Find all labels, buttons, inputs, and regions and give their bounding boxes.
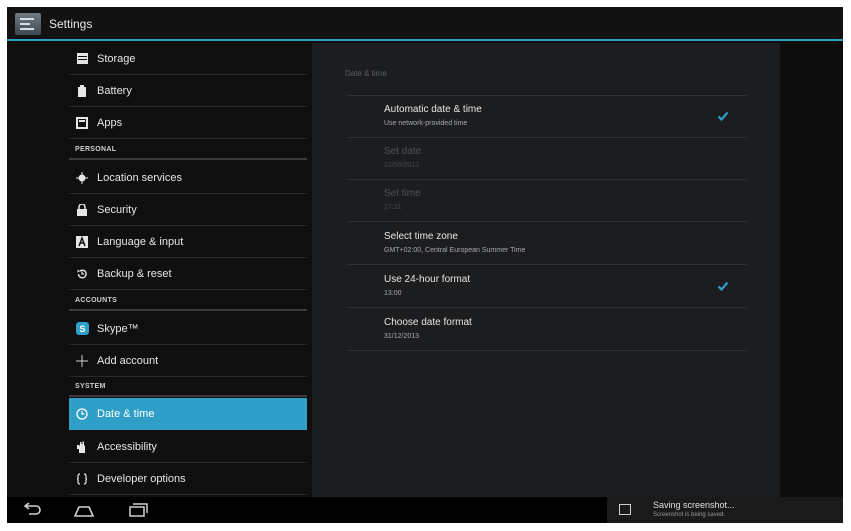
storage-icon xyxy=(75,52,89,66)
row-title: Use 24-hour format xyxy=(384,274,471,285)
sidebar-item-skype[interactable]: S Skype™ xyxy=(69,313,307,345)
sidebar-item-backup[interactable]: Backup & reset xyxy=(69,258,307,290)
row-subtitle: 31/12/2013 xyxy=(384,333,420,340)
sidebar-item-battery[interactable]: Battery xyxy=(69,75,307,107)
row-title: Set date xyxy=(384,146,422,157)
home-icon[interactable] xyxy=(73,501,95,519)
panel-title: Date & time xyxy=(345,69,387,78)
row-set-date: Set date 12/06/2013 xyxy=(347,138,747,180)
row-choose-date-format[interactable]: Choose date format 31/12/2013 xyxy=(347,309,747,351)
sidebar-item-developer-options[interactable]: Developer options xyxy=(69,463,307,495)
sidebar-item-label: Backup & reset xyxy=(97,267,172,280)
row-set-time: Set time 17:31 xyxy=(347,180,747,222)
sidebar-item-date-time[interactable]: Date & time xyxy=(69,398,307,430)
sidebar-item-label: Language & input xyxy=(97,235,184,248)
battery-icon xyxy=(75,84,89,98)
recents-icon[interactable] xyxy=(127,501,149,519)
sidebar-item-storage[interactable]: Storage xyxy=(69,43,307,75)
sidebar-item-label: Date & time xyxy=(97,407,155,420)
row-use-24-hour-format[interactable]: Use 24-hour format 13:00 xyxy=(347,266,747,308)
backup-icon xyxy=(75,267,89,281)
section-header-accounts: ACCOUNTS xyxy=(69,295,307,311)
sidebar-item-apps[interactable]: Apps xyxy=(69,107,307,139)
sidebar-item-location[interactable]: Location services xyxy=(69,162,307,194)
section-header-personal: PERSONAL xyxy=(69,144,307,160)
page-title: Settings xyxy=(49,17,93,31)
row-title: Select time zone xyxy=(384,231,458,242)
lock-icon xyxy=(75,203,89,217)
row-subtitle: 12/06/2013 xyxy=(384,162,420,169)
sidebar-item-add-account[interactable]: Add account xyxy=(69,345,307,377)
sidebar-item-language[interactable]: Language & input xyxy=(69,226,307,258)
sidebar-item-label: Skype™ xyxy=(97,322,139,335)
screen: Settings Storage Battery Apps PERSONAL L… xyxy=(7,7,843,523)
settings-icon[interactable] xyxy=(15,13,41,35)
notification-subtitle: Screenshot is being saved. xyxy=(653,512,726,518)
row-title: Set time xyxy=(384,188,421,199)
plus-icon xyxy=(75,354,89,368)
sidebar-item-label: Location services xyxy=(97,171,182,184)
back-icon[interactable] xyxy=(21,501,43,519)
location-icon xyxy=(75,171,89,185)
braces-icon xyxy=(75,472,89,486)
action-bar: Settings xyxy=(7,7,843,41)
section-header-system: SYSTEM xyxy=(69,381,307,397)
apps-icon xyxy=(75,116,89,130)
notification-saving-screenshot[interactable]: Saving screenshot... Screenshot is being… xyxy=(607,497,843,523)
svg-text:S: S xyxy=(79,324,85,334)
sidebar-item-label: Add account xyxy=(97,354,159,367)
sidebar-item-label: Accessibility xyxy=(97,440,157,453)
image-icon xyxy=(619,504,631,515)
language-icon xyxy=(75,235,89,249)
checkbox-checked-icon[interactable] xyxy=(717,110,729,122)
checkbox-checked-icon[interactable] xyxy=(717,280,729,292)
sidebar-item-security[interactable]: Security xyxy=(69,194,307,226)
clock-icon xyxy=(75,407,89,421)
row-subtitle: Use network-provided time xyxy=(384,120,468,127)
row-title: Choose date format xyxy=(384,317,472,328)
row-subtitle: GMT+02:00, Central European Summer Time xyxy=(384,247,526,254)
sidebar-item-label: Developer options xyxy=(97,472,186,485)
row-subtitle: 17:31 xyxy=(384,204,402,211)
sidebar-item-label: Battery xyxy=(97,84,132,97)
row-automatic-date-time[interactable]: Automatic date & time Use network-provid… xyxy=(347,96,747,138)
accessibility-icon xyxy=(75,440,89,454)
sidebar-item-label: Apps xyxy=(97,116,123,129)
sidebar-item-accessibility[interactable]: Accessibility xyxy=(69,431,307,463)
row-select-time-zone[interactable]: Select time zone GMT+02:00, Central Euro… xyxy=(347,223,747,265)
panel-margin xyxy=(780,43,843,497)
notification-title: Saving screenshot... xyxy=(653,500,735,510)
sidebar-item-label: Storage xyxy=(97,52,136,65)
row-subtitle: 13:00 xyxy=(384,290,402,297)
skype-icon: S xyxy=(75,322,89,336)
row-title: Automatic date & time xyxy=(384,104,482,115)
sidebar-item-label: Security xyxy=(97,203,137,216)
